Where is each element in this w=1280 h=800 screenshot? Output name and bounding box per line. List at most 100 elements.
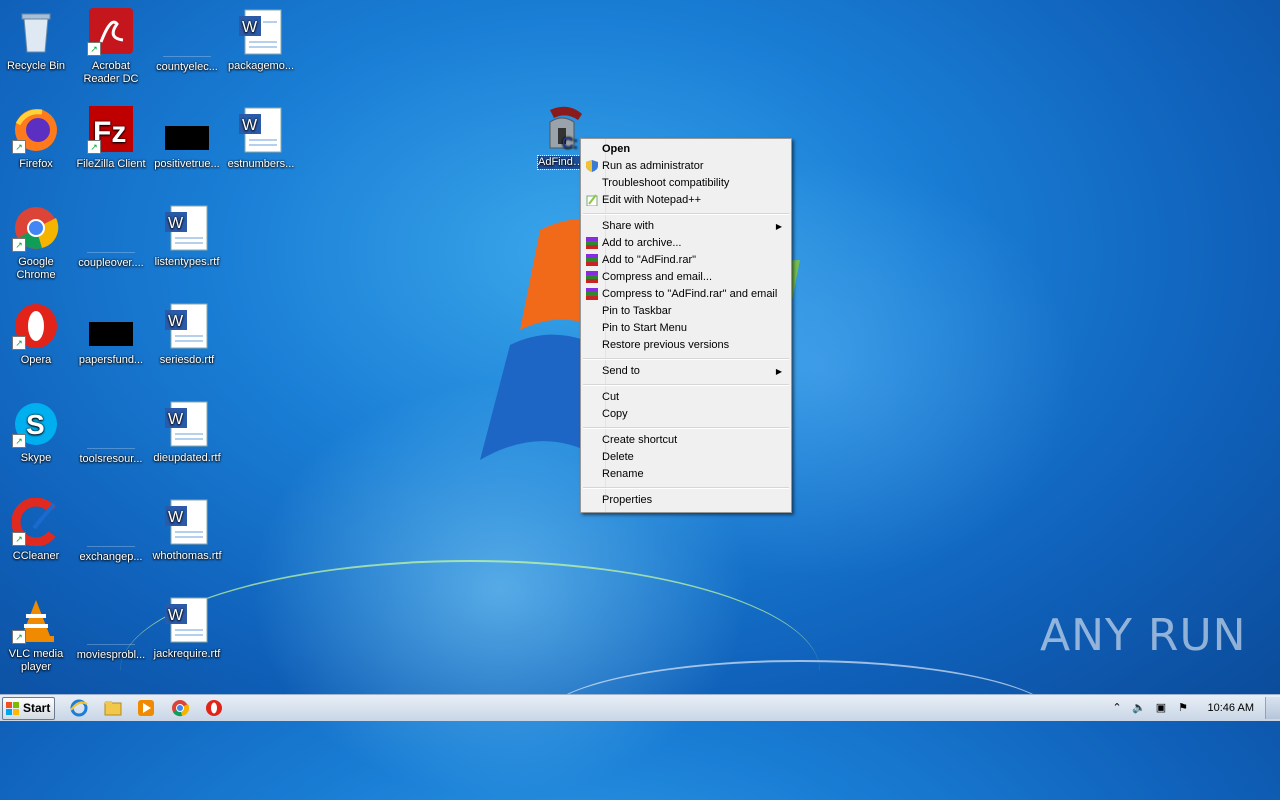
shortcut-arrow-icon: ↗ xyxy=(12,630,26,644)
desktop-icon-ccleaner[interactable]: ↗ CCleaner xyxy=(0,497,74,563)
menu-item-restore-versions[interactable]: Restore previous versions xyxy=(583,337,788,354)
menu-item-share-with[interactable]: Share with ▶ xyxy=(583,218,788,235)
desktop-icon-word-doc[interactable]: W estnumbers... xyxy=(223,106,299,171)
desktop-icon-filezilla[interactable]: Fz ↗ FileZilla Client xyxy=(73,106,149,171)
desktop-icon-chrome[interactable]: ↗ Google Chrome xyxy=(0,204,74,282)
start-label: Start xyxy=(23,701,51,715)
menu-item-add-to-rar[interactable]: Add to "AdFind.rar" xyxy=(583,252,788,269)
menu-item-open[interactable]: Open xyxy=(583,141,788,158)
menu-item-properties[interactable]: Properties xyxy=(583,492,788,509)
icon-label: Firefox xyxy=(19,158,53,170)
show-hidden-icons-icon[interactable]: ⌃ xyxy=(1110,701,1124,715)
menu-item-label: Troubleshoot compatibility xyxy=(602,177,730,189)
volume-icon[interactable]: 🔈 xyxy=(1132,701,1146,715)
desktop-icon-vlc[interactable]: ↗ VLC media player xyxy=(0,596,74,674)
chrome-icon: ↗ xyxy=(12,204,60,252)
menu-item-copy[interactable]: Copy xyxy=(583,406,788,423)
chrome-icon[interactable] xyxy=(171,699,190,717)
desktop-icon-word-doc[interactable]: W listentypes.rtf xyxy=(149,204,225,269)
menu-item-delete[interactable]: Delete xyxy=(583,449,788,466)
menu-item-label: Send to xyxy=(602,365,640,377)
icon-label: coupleover.... xyxy=(78,257,144,269)
desktop-icon-acrobat[interactable]: ↗ Acrobat Reader DC xyxy=(73,8,149,86)
icon-label: packagemo... xyxy=(227,60,295,72)
blank-file-icon xyxy=(87,498,135,547)
icon-label: jackrequire.rtf xyxy=(153,648,221,660)
desktop-icon-skype[interactable]: S ↗ Skype xyxy=(0,400,74,465)
menu-item-compress-email[interactable]: Compress and email... xyxy=(583,269,788,286)
menu-item-create-shortcut[interactable]: Create shortcut xyxy=(583,432,788,449)
uac-shield-icon xyxy=(586,160,598,172)
icon-label: AdFind.exe xyxy=(537,155,587,170)
menu-item-add-to-archive[interactable]: Add to archive... xyxy=(583,235,788,252)
svg-text:C:: C: xyxy=(562,135,578,152)
menu-item-label: Open xyxy=(602,143,631,155)
word-document-icon: W xyxy=(163,302,211,350)
menu-item-pin-taskbar[interactable]: Pin to Taskbar xyxy=(583,303,788,320)
opera-icon[interactable] xyxy=(205,699,223,717)
system-tray: ⌃ 🔈 ▣ ⚑ 10:46 AM xyxy=(1105,695,1280,721)
winrar-icon xyxy=(586,237,598,249)
menu-item-compress-rar-email[interactable]: Compress to "AdFind.rar" and email xyxy=(583,286,788,303)
black-file-icon xyxy=(87,302,135,350)
menu-item-rename[interactable]: Rename xyxy=(583,466,788,483)
desktop-icon-word-doc[interactable]: W seriesdo.rtf xyxy=(149,302,225,367)
blank-file-icon xyxy=(87,596,135,645)
word-document-icon: W xyxy=(163,596,211,644)
menu-item-pin-start[interactable]: Pin to Start Menu xyxy=(583,320,788,337)
action-center-flag-icon[interactable]: ⚑ xyxy=(1176,701,1190,715)
desktop-icon-word-doc[interactable]: W packagemo... xyxy=(223,8,299,73)
context-menu: Open Run as administrator Troubleshoot c… xyxy=(580,138,792,513)
start-button[interactable]: Start xyxy=(2,697,55,720)
desktop-icon-file[interactable]: toolsresour... xyxy=(73,400,149,466)
svg-text:W: W xyxy=(168,411,184,428)
desktop-icon-word-doc[interactable]: W whothomas.rtf xyxy=(149,498,225,563)
menu-separator xyxy=(583,358,789,360)
menu-item-label: Share with xyxy=(602,220,654,232)
menu-item-label: Compress to "AdFind.rar" and email xyxy=(602,288,778,300)
desktop-icon-firefox[interactable]: ↗ Firefox xyxy=(0,106,74,171)
desktop-icon-opera[interactable]: ↗ Opera xyxy=(0,302,74,367)
menu-item-run-as-admin[interactable]: Run as administrator xyxy=(583,158,788,175)
desktop-icon-word-doc[interactable]: W dieupdated.rtf xyxy=(149,400,225,465)
desktop-icon-file[interactable]: countyelec... xyxy=(149,8,225,74)
show-desktop-button[interactable] xyxy=(1265,697,1280,719)
network-icon[interactable]: ▣ xyxy=(1154,701,1168,715)
word-document-icon: W xyxy=(163,400,211,448)
word-document-icon: W xyxy=(163,498,211,546)
media-player-icon[interactable] xyxy=(137,699,155,717)
desktop-icon-file[interactable]: moviesprobl... xyxy=(73,596,149,662)
anyrun-watermark: ANY RUN xyxy=(1040,610,1247,661)
opera-icon: ↗ xyxy=(12,302,60,350)
menu-item-troubleshoot[interactable]: Troubleshoot compatibility xyxy=(583,175,788,192)
filezilla-icon: Fz ↗ xyxy=(87,106,135,154)
desktop-icon-file[interactable]: coupleover.... xyxy=(73,204,149,270)
icon-label: exchangep... xyxy=(79,551,143,563)
internet-explorer-icon[interactable] xyxy=(70,699,88,717)
windows-flag-icon xyxy=(6,702,19,715)
explorer-folder-icon[interactable] xyxy=(104,699,122,717)
desktop-icon-recycle-bin[interactable]: Recycle Bin xyxy=(0,8,74,73)
word-document-icon: W xyxy=(237,8,285,56)
menu-separator xyxy=(583,213,789,215)
menu-item-edit-notepadpp[interactable]: Edit with Notepad++ xyxy=(583,192,788,209)
icon-label: countyelec... xyxy=(156,61,218,73)
desktop-icon-file[interactable]: exchangep... xyxy=(73,498,149,564)
clock[interactable]: 10:46 AM xyxy=(1208,695,1254,721)
notepadpp-icon xyxy=(586,194,598,207)
menu-item-label: Compress and email... xyxy=(602,271,713,283)
desktop-icon-file[interactable]: papersfund... xyxy=(73,302,149,367)
icon-label: Opera xyxy=(20,354,52,366)
menu-item-send-to[interactable]: Send to ▶ xyxy=(583,363,788,380)
desktop-icon-word-doc[interactable]: W jackrequire.rtf xyxy=(149,596,225,661)
desktop-icon-file[interactable]: positivetrue... xyxy=(149,106,225,171)
menu-separator xyxy=(583,487,789,489)
wallpaper-swoosh xyxy=(540,660,1060,782)
blank-file-icon xyxy=(163,8,211,57)
menu-item-label: Pin to Start Menu xyxy=(602,322,687,334)
menu-item-label: Properties xyxy=(602,494,653,506)
menu-item-cut[interactable]: Cut xyxy=(583,389,788,406)
menu-item-label: Copy xyxy=(602,408,628,420)
shortcut-arrow-icon: ↗ xyxy=(12,532,26,546)
icon-label: positivetrue... xyxy=(154,158,220,170)
